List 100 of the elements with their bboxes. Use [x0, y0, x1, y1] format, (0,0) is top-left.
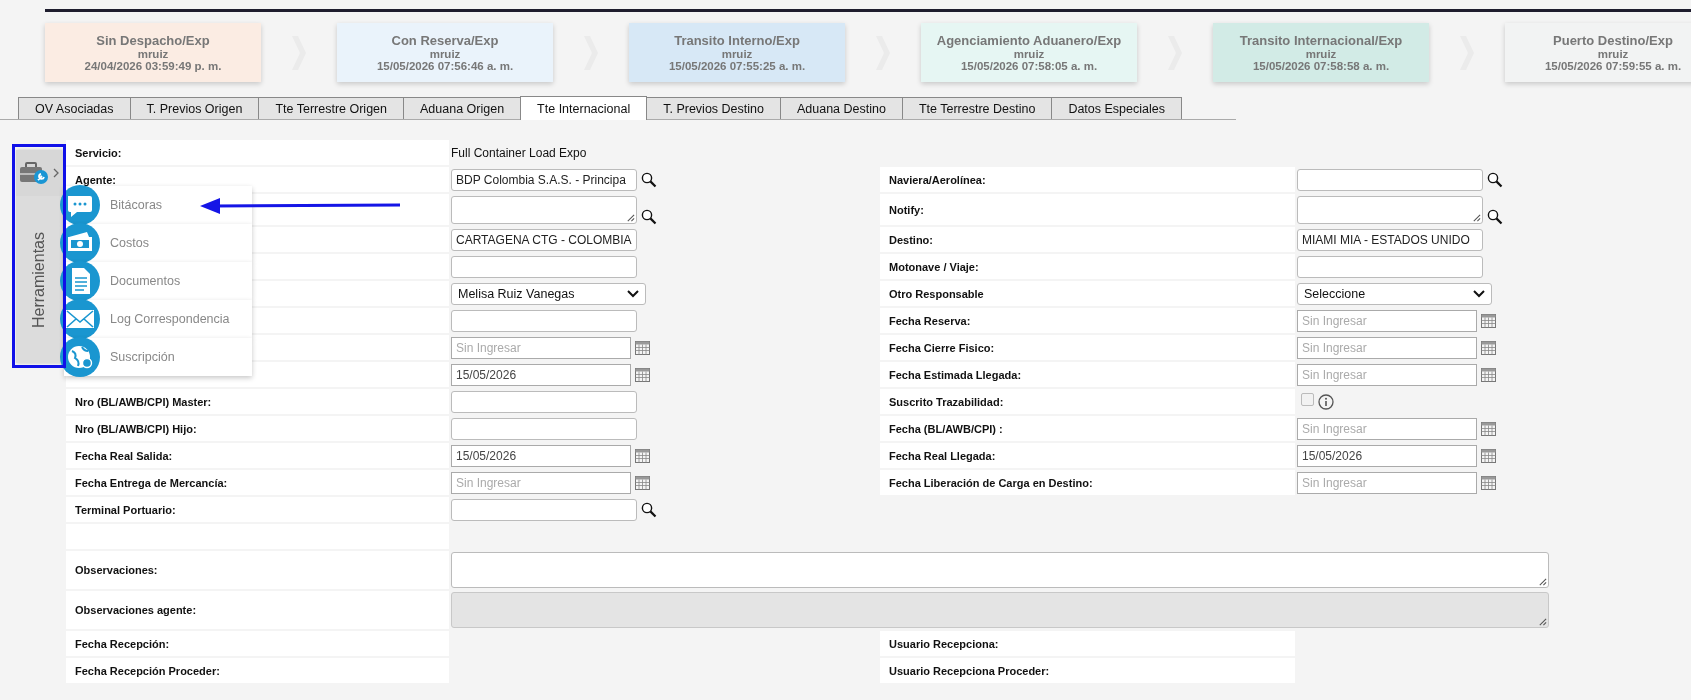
field-label: Fecha (BL/AWB/CPI) :	[889, 422, 1003, 435]
stage-user: mruiz	[1597, 48, 1629, 60]
date-field[interactable]: 15/05/2026	[451, 444, 631, 467]
chevron-down-icon	[1473, 289, 1485, 298]
stage-user: mruiz	[137, 48, 169, 60]
calendar-icon[interactable]	[1481, 448, 1496, 463]
field-label: Servicio:	[75, 146, 122, 159]
calendar-icon[interactable]	[635, 367, 650, 382]
select-field[interactable]: Melisa Ruiz Vanegas	[451, 282, 646, 305]
search-icon[interactable]	[641, 171, 657, 188]
stage-user: mruiz	[429, 48, 461, 60]
field-label: Fecha Entrega de Mercancía:	[75, 476, 228, 489]
envelope-icon	[60, 299, 100, 339]
stage-title: Transito Interno/Exp	[674, 33, 800, 48]
tab[interactable]: Aduana Origen	[403, 97, 522, 119]
field-label: Terminal Portuario:	[75, 503, 176, 516]
stage-user: mruiz	[721, 48, 753, 60]
calendar-icon[interactable]	[1481, 475, 1496, 490]
date-field[interactable]: 15/05/2026	[1297, 444, 1477, 467]
field-label: Fecha Reserva:	[889, 314, 971, 327]
chevron-down-icon	[627, 289, 639, 298]
stage-date: 15/05/2026 07:56:46 a. m.	[376, 60, 514, 72]
calendar-icon[interactable]	[1481, 340, 1496, 355]
calendar-icon[interactable]	[1481, 313, 1496, 328]
field-value: Full Container Load Expo	[451, 145, 587, 160]
date-field[interactable]: Sin Ingresar	[1297, 363, 1477, 386]
field-label: Agente:	[75, 173, 116, 186]
stage-date: 24/04/2026 03:59:49 p. m.	[84, 60, 222, 72]
search-icon[interactable]	[1487, 171, 1503, 188]
stage-date: 15/05/2026 07:59:55 a. m.	[1544, 60, 1682, 72]
resize-grip-icon[interactable]	[1538, 577, 1547, 586]
tab[interactable]: OV Asociadas	[18, 97, 131, 119]
input-field[interactable]: BDP Colombia S.A.S. - Principa	[451, 168, 637, 191]
field-label: Suscrito Trazabilidad:	[889, 395, 1004, 408]
input-field[interactable]: CARTAGENA CTG - COLOMBIA	[451, 228, 637, 251]
field-label: Fecha Recepción Proceder:	[75, 664, 220, 677]
search-icon[interactable]	[1487, 209, 1503, 225]
field-label: Fecha Real Salida:	[75, 449, 173, 462]
tab[interactable]: Datos Especiales	[1051, 97, 1182, 119]
field-label: Observaciones agente:	[75, 604, 197, 616]
search-icon[interactable]	[641, 501, 657, 518]
field-label: Usuario Recepciona Proceder:	[889, 664, 1050, 677]
stage-date: 15/05/2026 07:58:05 a. m.	[960, 60, 1098, 72]
input-field[interactable]	[451, 417, 637, 440]
calendar-icon[interactable]	[635, 340, 650, 355]
calendar-icon[interactable]	[635, 475, 650, 490]
field-label: Fecha Liberación de Carga en Destino:	[889, 476, 1093, 489]
tab[interactable]: Aduana Destino	[779, 97, 903, 119]
input-field[interactable]: MIAMI MIA - ESTADOS UNIDO	[1297, 228, 1483, 251]
date-field[interactable]: Sin Ingresar	[1297, 417, 1477, 440]
date-field[interactable]: Sin Ingresar	[451, 471, 631, 494]
calendar-icon[interactable]	[635, 448, 650, 463]
stage-title: Agenciamiento Aduanero/Exp	[936, 33, 1122, 48]
calendar-icon[interactable]	[1481, 367, 1496, 382]
date-field[interactable]: Sin Ingresar	[1297, 336, 1477, 359]
input-field[interactable]	[451, 255, 637, 278]
calendar-icon[interactable]	[1481, 421, 1496, 436]
document-icon	[60, 261, 100, 301]
tab[interactable]: T. Previos Origen	[129, 97, 260, 119]
stage-title: Con Reserva/Exp	[391, 33, 499, 48]
globe-pin-icon	[60, 337, 100, 377]
field-label: Motonave / Viaje:	[889, 260, 979, 273]
input-field[interactable]	[1297, 168, 1483, 191]
tools-sidebar[interactable]: Herramientas	[16, 150, 62, 363]
date-field[interactable]: 15/05/2026	[451, 363, 631, 386]
input-field[interactable]	[1297, 255, 1483, 278]
stage-user: mruiz	[1305, 48, 1337, 60]
field-label: Naviera/Aerolínea:	[889, 173, 986, 186]
field-label: Usuario Recepciona:	[889, 637, 999, 650]
toolbox-icon	[19, 162, 51, 184]
date-field[interactable]: Sin Ingresar	[1297, 309, 1477, 332]
field-label: Notify:	[889, 203, 924, 216]
date-field[interactable]: Sin Ingresar	[1297, 471, 1477, 494]
date-field[interactable]: Sin Ingresar	[451, 336, 631, 359]
stage-user: mruiz	[1013, 48, 1045, 60]
field-label: Nro (BL/AWB/CPI) Master:	[75, 395, 212, 408]
stage-title: Sin Despacho/Exp	[96, 33, 210, 48]
field-label: Fecha Cierre Fisico:	[889, 341, 995, 354]
sidebar-label: Herramientas	[30, 231, 48, 328]
input-field[interactable]	[451, 498, 637, 521]
input-field[interactable]	[451, 309, 637, 332]
field-label: Destino:	[889, 233, 933, 246]
field-label: Fecha Real Llegada:	[889, 449, 996, 462]
resize-grip-icon[interactable]	[626, 212, 635, 222]
field-label: Otro Responsable	[889, 287, 984, 300]
tab[interactable]: T. Previos Destino	[646, 97, 781, 119]
tab[interactable]: Tte Internacional	[520, 96, 648, 120]
input-field[interactable]	[451, 390, 637, 413]
stage-date: 15/05/2026 07:55:25 a. m.	[668, 60, 806, 72]
stage-date: 15/05/2026 07:58:58 a. m.	[1252, 60, 1390, 72]
resize-grip-icon[interactable]	[1472, 212, 1481, 222]
select-field[interactable]: Seleccione	[1297, 282, 1492, 305]
field-label: Nro (BL/AWB/CPI) Hijo:	[75, 422, 197, 435]
field-label: Observaciones:	[75, 564, 158, 576]
field-label: Fecha Estimada Llegada:	[889, 368, 1022, 381]
tab[interactable]: Tte Terrestre Origen	[258, 97, 404, 119]
search-icon[interactable]	[641, 209, 657, 225]
banknote-icon	[60, 223, 100, 263]
stage-title: Puerto Destino/Exp	[1553, 33, 1673, 48]
tab[interactable]: Tte Terrestre Destino	[901, 97, 1053, 119]
